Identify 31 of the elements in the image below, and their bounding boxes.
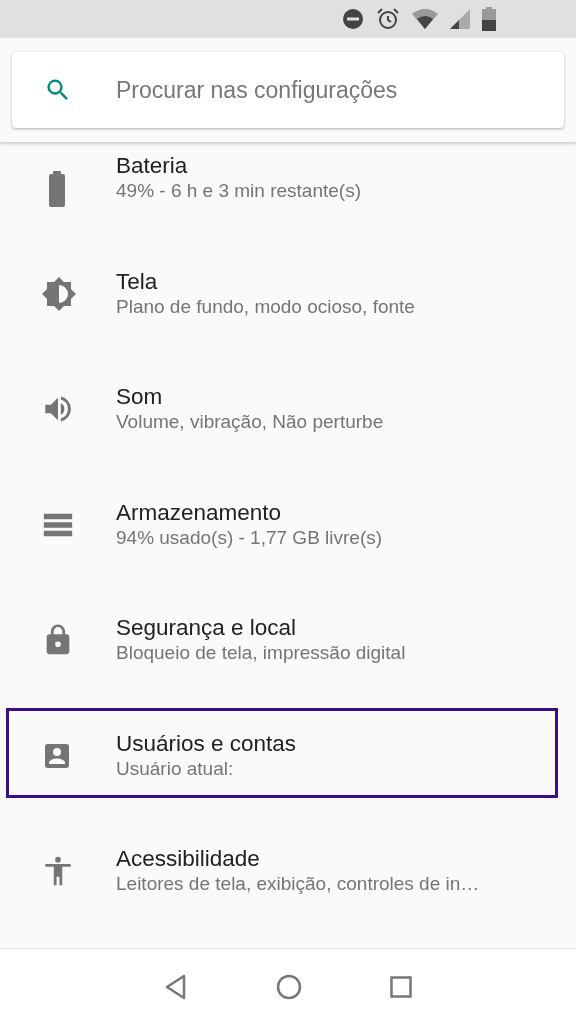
item-title: Segurança e local [116, 614, 298, 642]
search-field[interactable]: Procurar nas configurações [12, 52, 564, 128]
settings-item[interactable]: Tela Plano de fundo, modo ocioso, fonte [0, 236, 576, 352]
brightness-icon [41, 275, 77, 312]
item-title: Tela [116, 267, 159, 295]
item-subtitle: 94% usado(s) - 1,77 GB livre(s) [116, 525, 384, 550]
item-title: Acessibilidade [116, 845, 261, 873]
wifi-icon [412, 9, 438, 29]
recents-button[interactable] [390, 975, 412, 998]
item-title: Usuários e contas [116, 729, 298, 757]
item-title: Som [116, 383, 164, 411]
do-not-disturb-icon [342, 8, 364, 30]
settings-item[interactable]: Acessibilidade Leitores de tela, exibição, controles de in… [0, 813, 576, 929]
item-subtitle: Usuário atual: [116, 756, 235, 781]
settings-item[interactable]: Armazenamento 94% usado(s) - 1,77 GB livre(s) [0, 467, 576, 583]
settings-item[interactable]: Som Volume, vibração, Não perturbe [0, 351, 576, 467]
alarm-icon [376, 7, 400, 31]
item-subtitle: Leitores de tela, exibição, controles de in… [116, 872, 481, 897]
item-title: Bateria [116, 152, 189, 180]
battery-icon [482, 7, 496, 31]
back-button[interactable] [164, 973, 188, 1000]
settings-item[interactable]: Bateria 49% - 6 h e 3 min restante(s) [0, 142, 576, 236]
item-subtitle: Bloqueio de tela, impressão digital [116, 641, 407, 666]
item-subtitle: Plano de fundo, modo ocioso, fonte [116, 294, 416, 319]
signal-icon [450, 9, 470, 29]
item-subtitle: Volume, vibração, Não perturbe [116, 410, 385, 435]
item-subtitle: 49% - 6 h e 3 min restante(s) [116, 179, 362, 204]
item-title: Armazenamento [116, 498, 283, 526]
home-button[interactable] [276, 973, 302, 1000]
settings-item[interactable]: Segurança e local Bloqueio de tela, impressão digital [0, 582, 576, 698]
settings-item[interactable]: Usuários e contas Usuário atual: [0, 698, 576, 814]
